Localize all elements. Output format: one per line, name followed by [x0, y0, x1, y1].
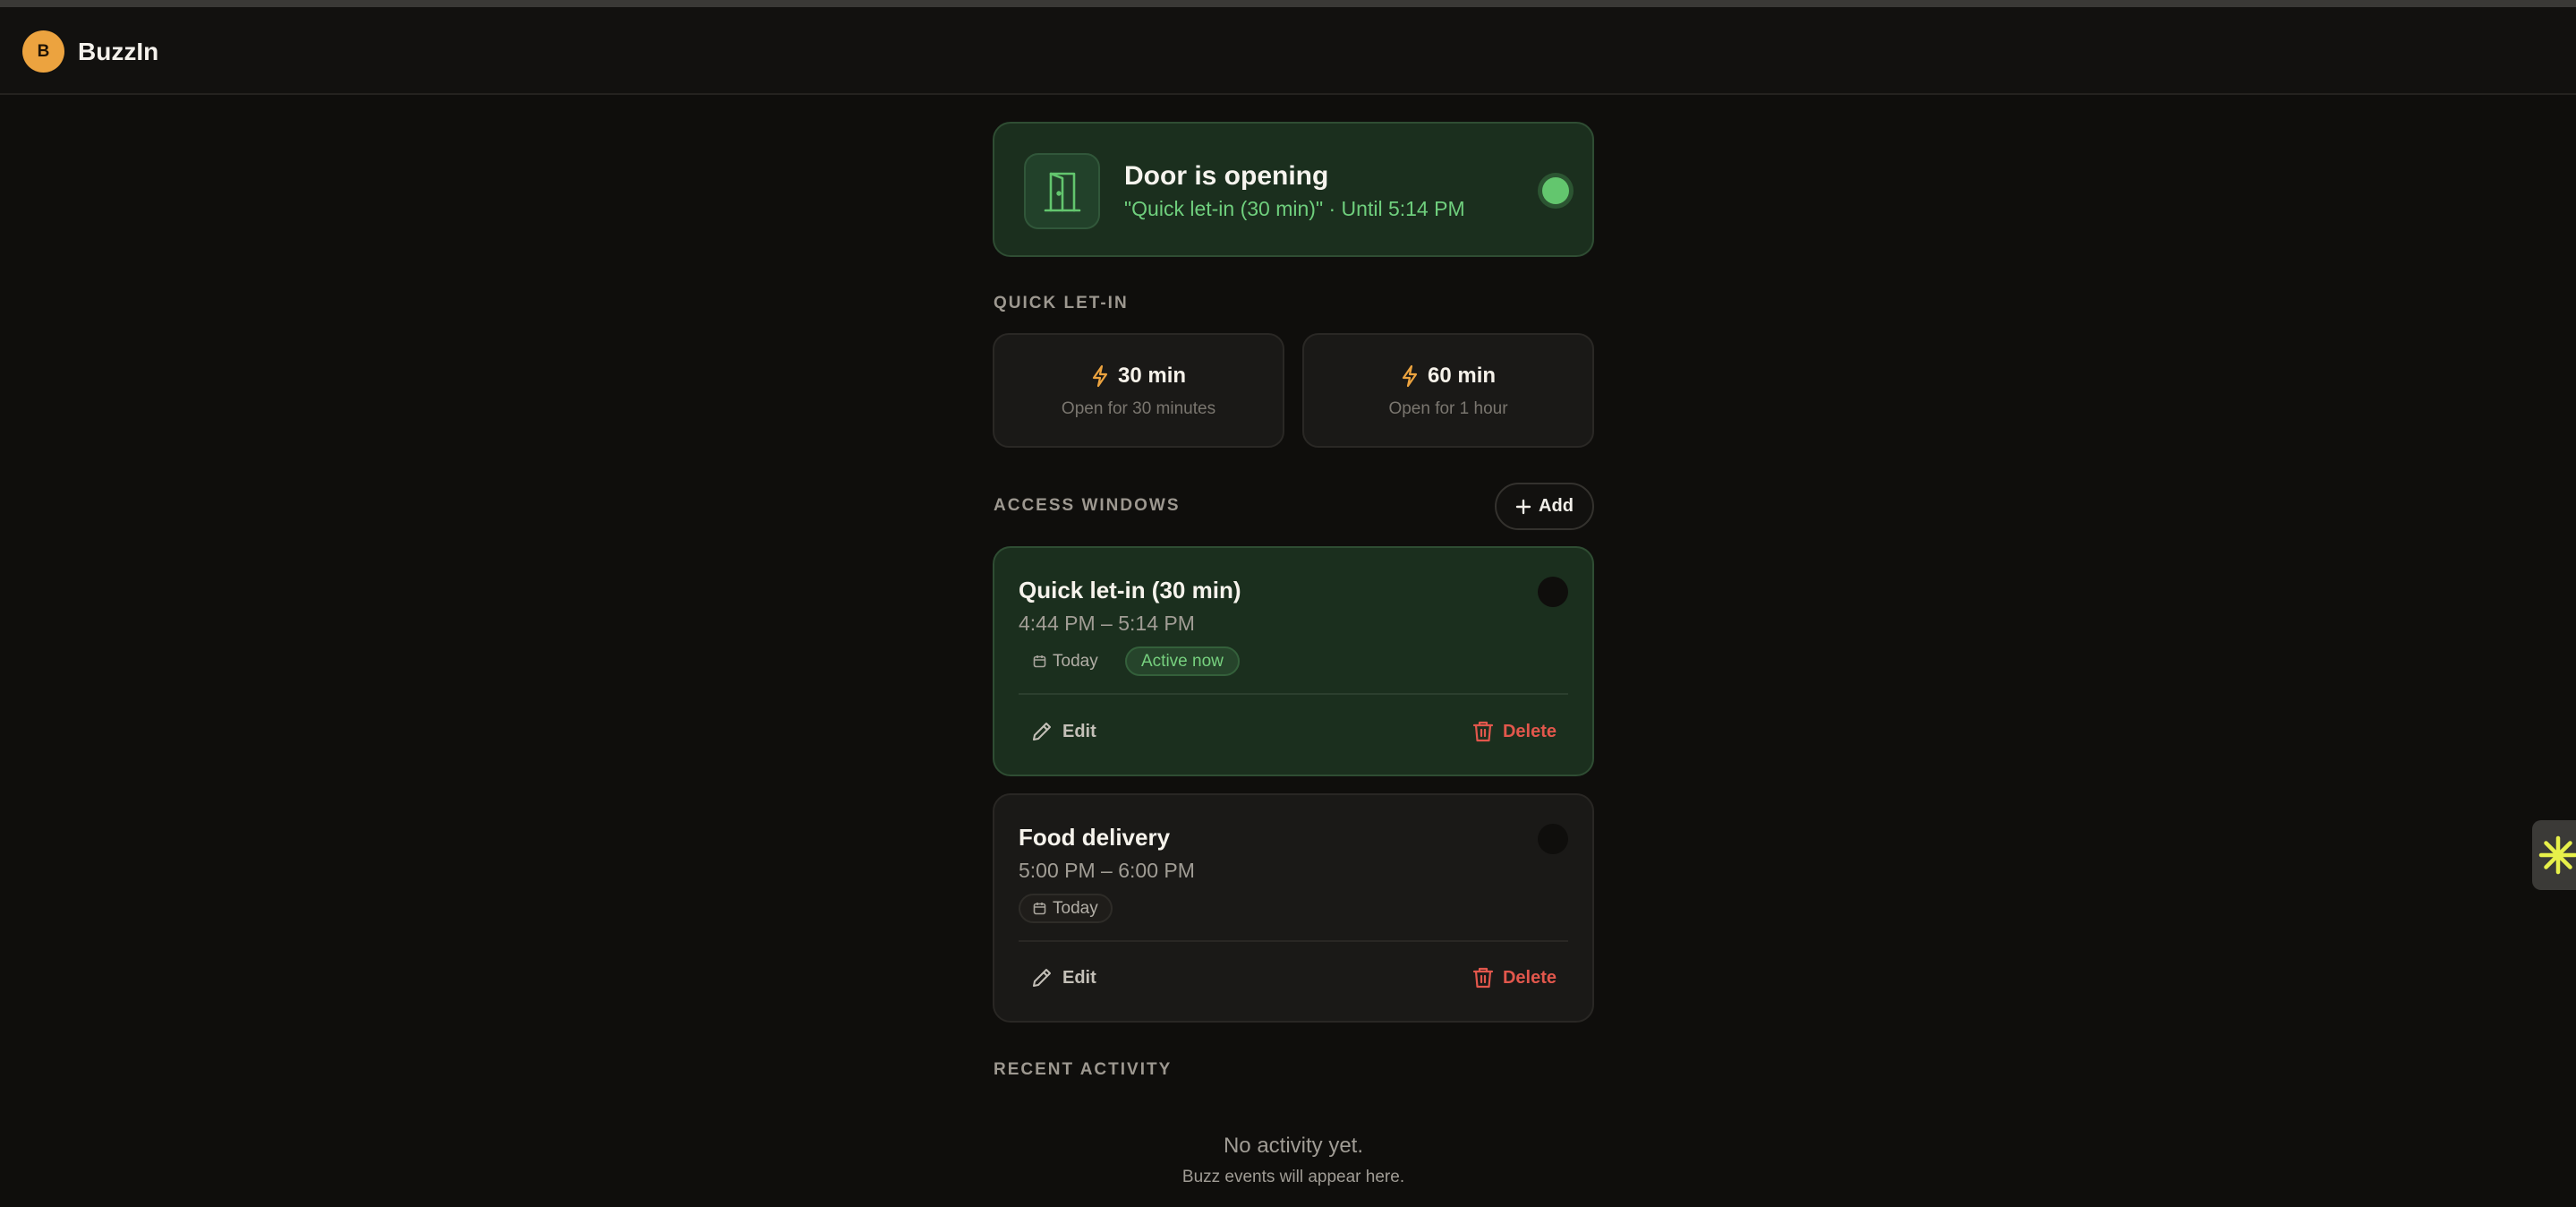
plus-icon [1515, 499, 1531, 514]
delete-button[interactable]: Delete [1472, 720, 1557, 743]
trash-icon [1472, 721, 1494, 742]
day-tag-label: Today [1053, 651, 1098, 671]
lightning-icon [1092, 364, 1108, 388]
window-title: Food delivery [1019, 824, 1171, 851]
edit-label: Edit [1062, 967, 1096, 988]
calendar-icon [1033, 655, 1046, 668]
card-divider [1019, 940, 1568, 942]
top-loading-bar [0, 0, 2576, 7]
quick-option-subtitle: Open for 1 hour [1388, 399, 1508, 418]
delete-label: Delete [1502, 721, 1557, 741]
day-tag: Today [1019, 894, 1113, 923]
delete-button[interactable]: Delete [1472, 966, 1557, 989]
edit-label: Edit [1062, 721, 1096, 741]
add-button-label: Add [1539, 496, 1574, 516]
sparkle-icon [2538, 835, 2576, 875]
lightning-icon [1402, 364, 1418, 388]
delete-label: Delete [1502, 967, 1557, 988]
door-status-subtitle: "Quick let-in (30 min)" · Until 5:14 PM [1124, 197, 1465, 220]
window-time-range: 5:00 PM – 6:00 PM [1019, 859, 1195, 882]
pencil-icon [1033, 969, 1051, 987]
day-tag-label: Today [1053, 898, 1098, 918]
edit-button[interactable]: Edit [1030, 720, 1096, 743]
brand-logo[interactable]: B [22, 30, 64, 73]
door-status-card: Door is opening "Quick let-in (30 min)" … [993, 122, 1594, 257]
quick-option-title: 30 min [1117, 364, 1187, 388]
quick-let-in-60-button[interactable]: 60 min Open for 1 hour [1302, 333, 1594, 448]
access-window-card: Food delivery 5:00 PM – 6:00 PM Today Ed… [993, 793, 1594, 1023]
access-windows-heading: ACCESS WINDOWS [994, 496, 1181, 515]
card-divider [1019, 693, 1568, 695]
door-open-icon [1024, 153, 1100, 229]
brand-name[interactable]: BuzzIn [78, 38, 158, 66]
floating-assistant-button[interactable] [2532, 820, 2576, 890]
add-access-window-button[interactable]: Add [1495, 483, 1594, 530]
quick-option-subtitle: Open for 30 minutes [1061, 399, 1216, 418]
window-toggle[interactable] [1538, 824, 1568, 854]
quick-let-in-30-button[interactable]: 30 min Open for 30 minutes [993, 333, 1284, 448]
day-tag: Today [1019, 646, 1113, 676]
active-now-badge: Active now [1125, 646, 1240, 676]
calendar-icon [1033, 903, 1046, 915]
access-window-card: Quick let-in (30 min) 4:44 PM – 5:14 PM … [993, 546, 1594, 776]
window-time-range: 4:44 PM – 5:14 PM [1019, 612, 1195, 635]
recent-activity-heading: RECENT ACTIVITY [994, 1060, 1173, 1079]
trash-icon [1472, 967, 1494, 989]
edit-button[interactable]: Edit [1030, 966, 1096, 989]
quick-let-in-heading: QUICK LET-IN [994, 294, 1129, 312]
app-header: B BuzzIn [0, 7, 2576, 95]
quick-option-title: 60 min [1427, 364, 1497, 388]
window-title: Quick let-in (30 min) [1019, 577, 1241, 604]
empty-activity-title: No activity yet. [1223, 1134, 1364, 1158]
door-status-indicator [1542, 177, 1569, 204]
pencil-icon [1033, 723, 1051, 740]
window-toggle[interactable] [1538, 577, 1568, 607]
door-status-title: Door is opening [1124, 161, 1329, 191]
empty-activity-subtitle: Buzz events will appear here. [1181, 1168, 1405, 1186]
